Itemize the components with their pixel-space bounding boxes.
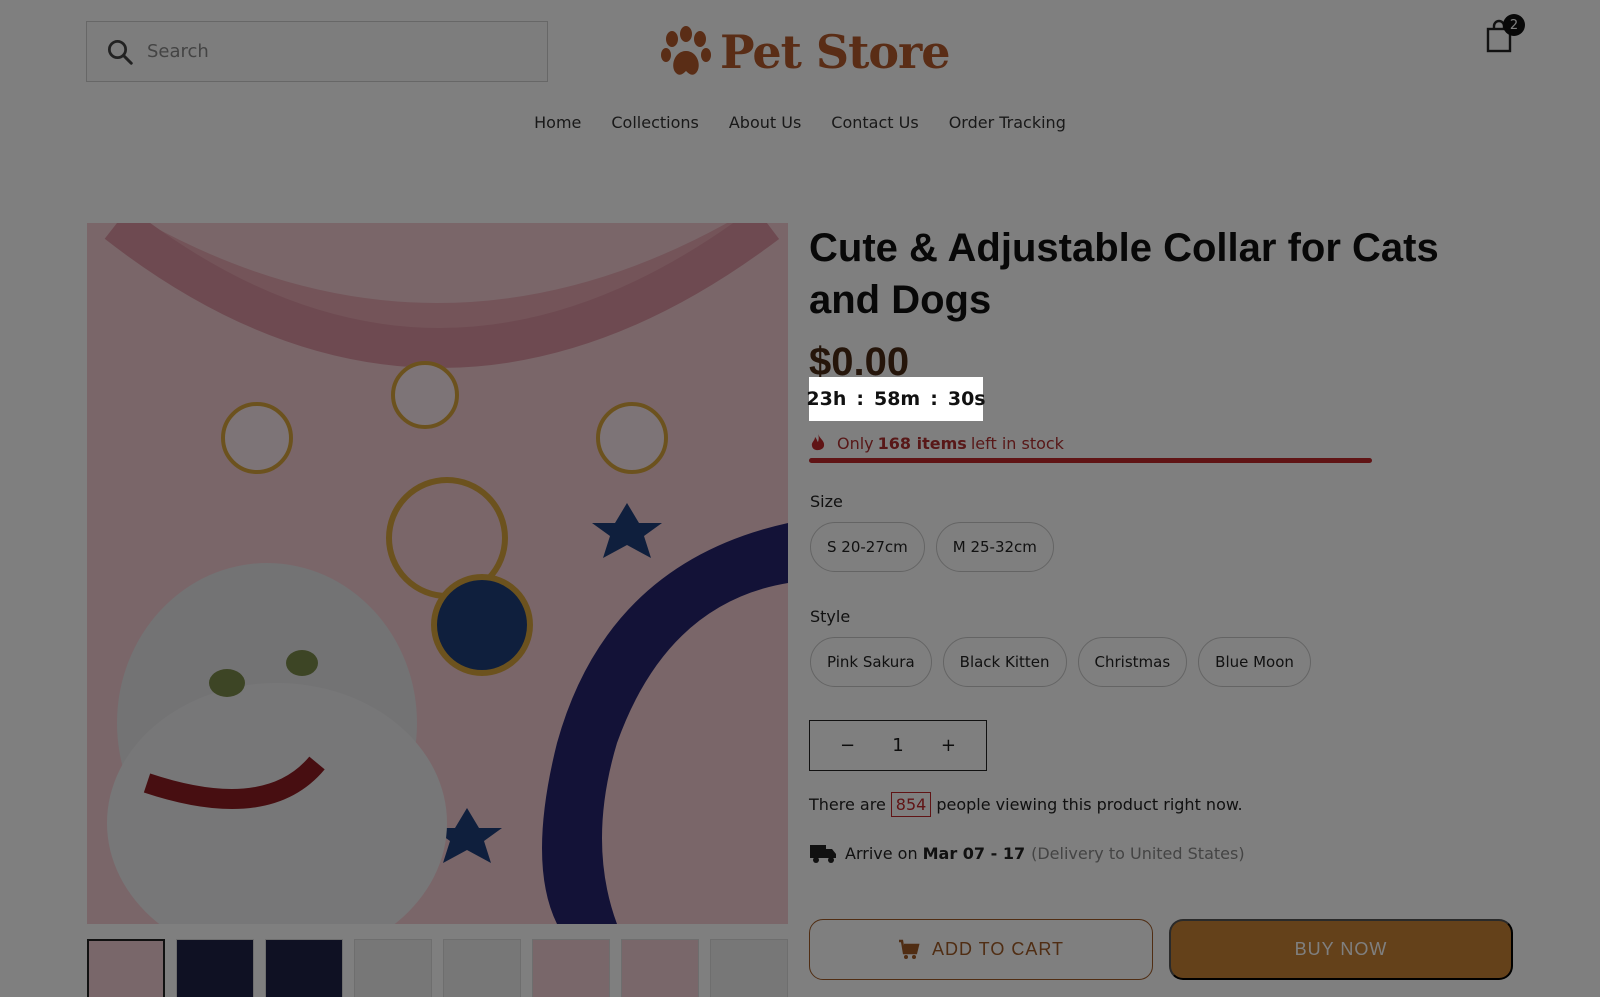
add-to-cart-button[interactable]: ADD TO CART [809,919,1153,980]
delivery-dates: Mar 07 - 17 [922,843,1026,863]
countdown-timer: 23h : 58m : 30s [806,377,986,421]
search-input[interactable] [147,41,527,62]
size-option-m[interactable]: M 25-32cm [935,522,1054,572]
delivery-prefix: Arrive on [845,843,918,863]
buy-now-button[interactable]: BUY NOW [1169,919,1513,980]
viewers-suffix: people viewing this product right now. [936,795,1243,814]
quantity-increase-button[interactable]: + [941,735,956,756]
search-icon [108,39,133,65]
style-option-black-kitten[interactable]: Black Kitten [942,637,1067,687]
size-options: S 20-27cm M 25-32cm [810,522,1054,572]
timer-hours: 23h [806,388,847,410]
size-option-s[interactable]: S 20-27cm [810,522,925,572]
thumbnail[interactable] [176,939,254,997]
thumbnail-strip [87,939,788,997]
thumbnail[interactable] [621,939,699,997]
add-to-cart-label: ADD TO CART [931,939,1065,959]
product-info: Cute & Adjustable Collar for Cats and Do… [809,222,1513,980]
style-option-blue-moon[interactable]: Blue Moon [1198,637,1311,687]
thumbnail[interactable] [354,939,432,997]
truck-icon [810,845,836,863]
paw-icon [661,26,711,75]
timer-separator: : [856,388,864,410]
viewers-prefix: There are [809,795,886,814]
cart-button[interactable]: 2 [1483,14,1525,54]
thumbnail[interactable] [443,939,521,997]
stock-progress-fill [809,458,1372,463]
purchase-buttons: ADD TO CART BUY NOW [809,919,1513,980]
cart-count-badge: 2 [1503,14,1525,36]
size-label: Size [810,492,843,511]
style-options: Pink Sakura Black Kitten Christmas Blue … [810,637,1311,687]
nav-item-contact-us[interactable]: Contact Us [831,113,918,132]
cart-icon [898,939,920,959]
timer-minutes: 58m [873,388,921,410]
site-header: Pet Store 2 [0,0,1600,100]
thumbnail[interactable] [265,939,343,997]
search-bar[interactable] [86,21,548,82]
buy-now-label: BUY NOW [1294,939,1388,959]
store-logo[interactable]: Pet Store [660,22,951,82]
stock-count: 168 items [877,433,967,453]
product-title: Cute & Adjustable Collar for Cats and Do… [809,226,1439,322]
stock-progress-bar [809,458,1372,463]
nav-item-collections[interactable]: Collections [611,113,698,132]
stock-suffix: left in stock [970,433,1064,453]
quantity-decrease-button[interactable]: − [840,735,855,756]
style-label: Style [810,607,851,626]
stock-prefix: Only [837,433,874,453]
delivery-estimate: Arrive on Mar 07 - 17 (Delivery to Unite… [809,842,1245,864]
stock-notice: Only 168 items left in stock [809,433,1372,453]
thumbnail[interactable] [87,939,165,997]
thumbnail[interactable] [532,939,610,997]
style-option-pink-sakura[interactable]: Pink Sakura [810,637,932,687]
viewers-notice: There are 854 people viewing this produc… [809,792,1243,817]
timer-seconds: 30s [947,388,986,410]
nav-item-home[interactable]: Home [534,113,581,132]
thumbnail[interactable] [710,939,788,997]
quantity-value[interactable]: 1 [892,735,903,756]
timer-separator: : [930,388,938,410]
logo-text: Pet Store [720,25,951,79]
nav-item-order-tracking[interactable]: Order Tracking [949,113,1066,132]
flame-icon [811,434,825,451]
delivery-note: (Delivery to United States) [1031,843,1245,863]
nav-item-about-us[interactable]: About Us [729,113,801,132]
main-nav: Home Collections About Us Contact Us Ord… [0,113,1600,132]
style-option-christmas[interactable]: Christmas [1077,637,1188,687]
viewers-count: 854 [890,792,932,817]
quantity-stepper: − 1 + [809,720,987,771]
product-main-image[interactable] [87,223,788,924]
product-photo [87,223,788,924]
